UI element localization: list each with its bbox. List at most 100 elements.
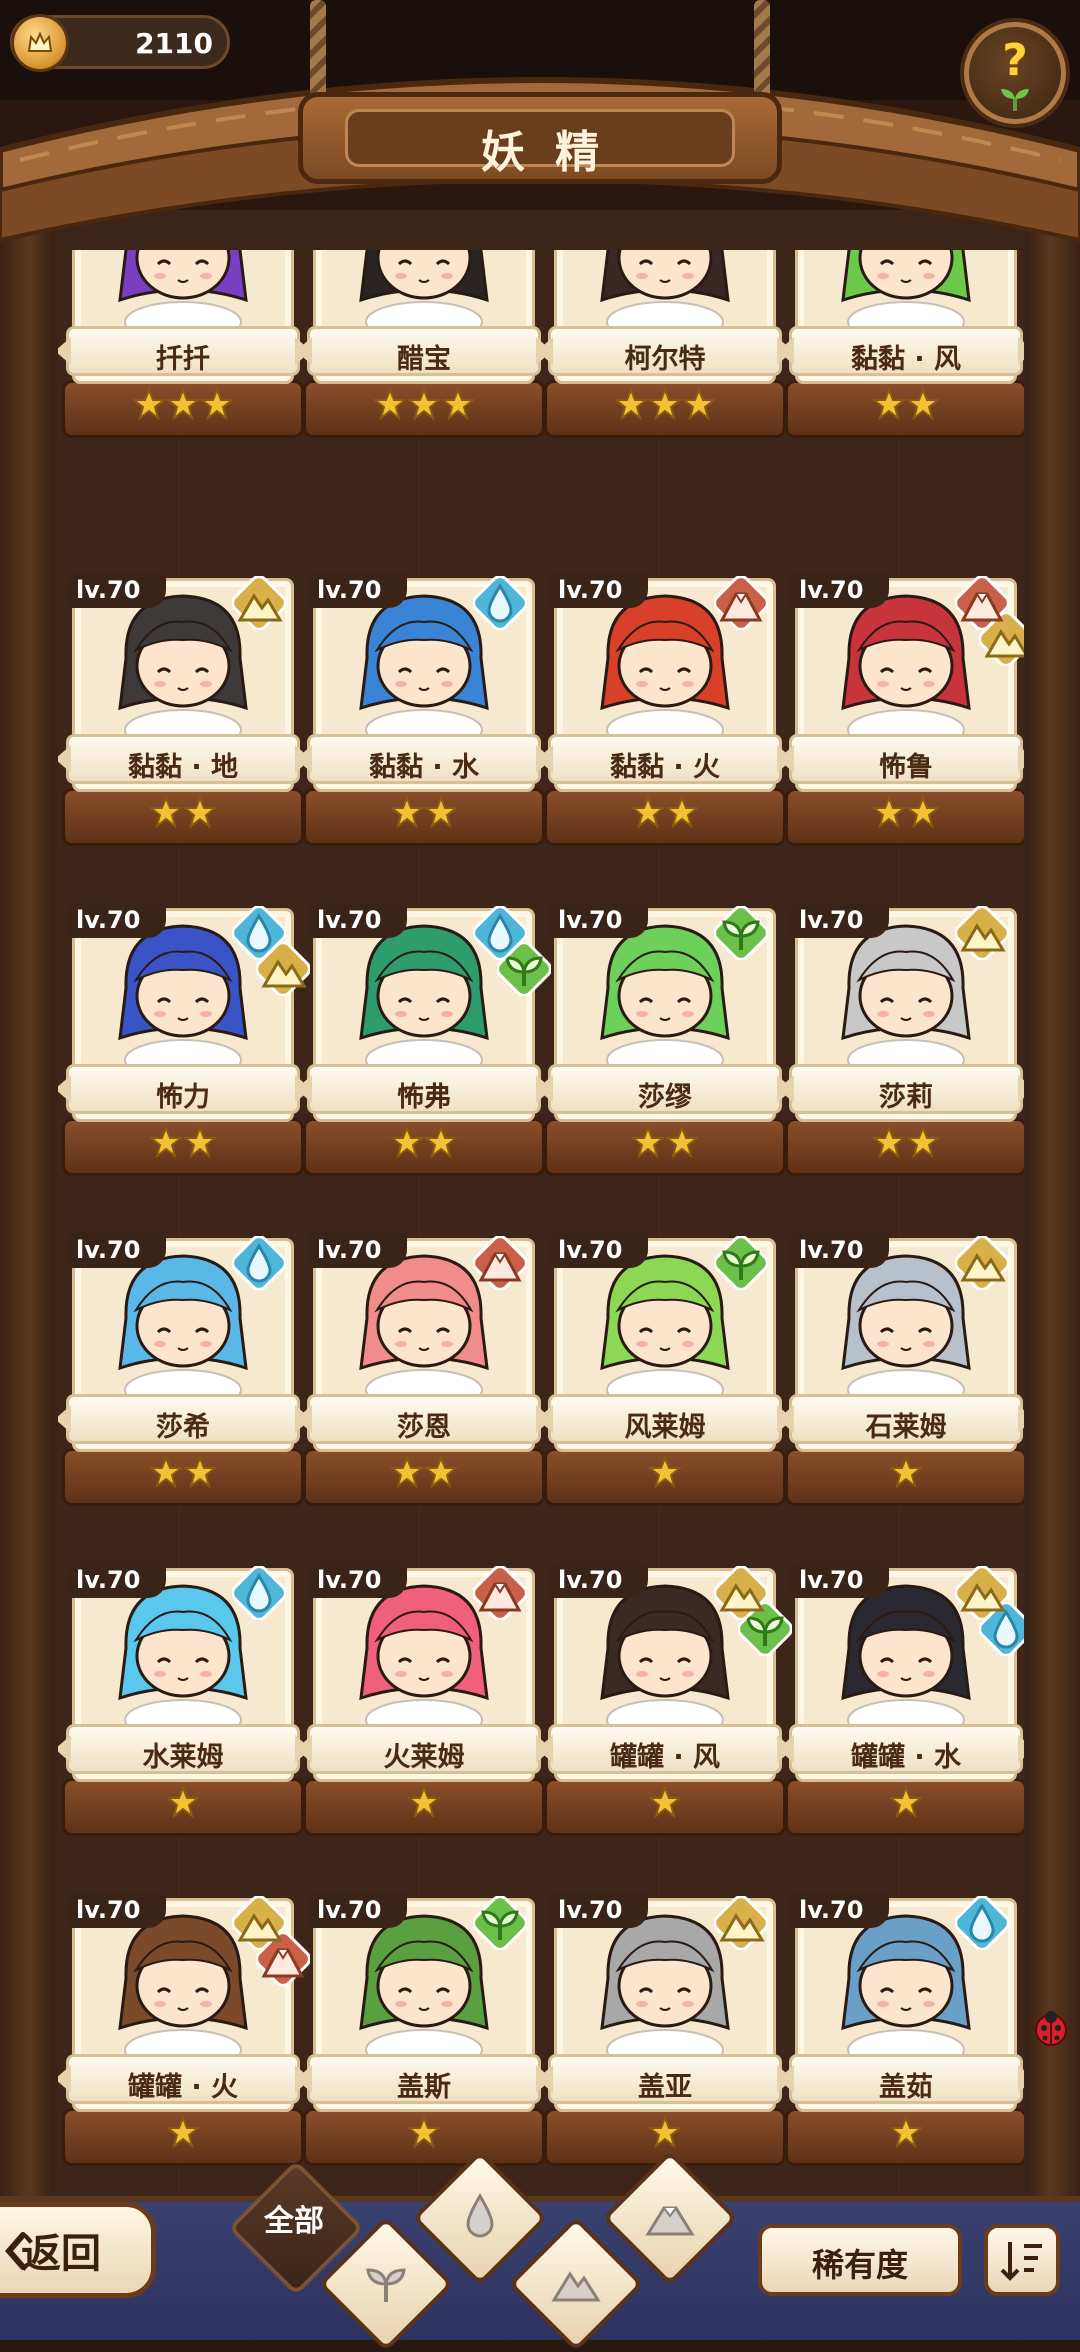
fairy-name: 莎莉 — [879, 1082, 933, 1113]
star-icon — [907, 1126, 939, 1158]
fairy-card[interactable]: 莎希 lv.70 — [62, 1232, 304, 1506]
name-ribbon: 怖弗 — [307, 1064, 541, 1114]
fairy-card[interactable]: 盖亚 lv.70 — [544, 1892, 786, 2166]
fairy-card[interactable]: 火莱姆 lv.70 — [303, 1562, 545, 1836]
fairy-name: 黏黏 · 水 — [368, 752, 480, 783]
fairy-name: 怖鲁 — [879, 752, 933, 783]
fairy-name: 盖亚 — [638, 2072, 692, 2103]
name-ribbon: 风莱姆 — [548, 1394, 782, 1444]
fairy-card[interactable]: 怖弗 lv.70 — [303, 902, 552, 1176]
name-ribbon: 柯尔特 — [548, 326, 782, 376]
fairy-card[interactable]: 怖鲁 lv.70 — [785, 572, 1024, 846]
water-element-icon — [954, 1895, 1010, 1951]
fairy-card[interactable]: 醋宝 — [303, 250, 545, 438]
star-rating — [789, 2116, 1023, 2150]
star-icon — [408, 1786, 440, 1818]
rock-element-icon — [231, 1895, 287, 1951]
star-rating — [66, 1786, 300, 1820]
star-icon — [391, 1126, 423, 1158]
name-ribbon: 黏黏 · 火 — [548, 734, 782, 784]
fire-element-icon — [713, 575, 769, 631]
star-icon — [408, 388, 440, 420]
star-icon — [649, 388, 681, 420]
wood-element-icon — [472, 1895, 528, 1951]
fairy-card[interactable]: 莎恩 lv.70 — [303, 1232, 545, 1506]
card-list[interactable]: 扦扦 醋宝 柯尔特 黏黏 · 风黏黏 · 地 lv.70 黏黏 · 水 lv.70 黏黏 · … — [58, 250, 1024, 2210]
star-rating — [548, 1126, 782, 1160]
star-icon — [890, 1786, 922, 1818]
fairy-card[interactable]: 黏黏 · 风 — [785, 250, 1024, 438]
level-badge: lv.70 — [307, 1232, 407, 1268]
star-rating — [66, 1456, 300, 1490]
fairy-card[interactable]: 柯尔特 — [544, 250, 786, 438]
level-badge: lv.70 — [307, 902, 407, 938]
fairy-card[interactable]: 盖斯 lv.70 — [303, 1892, 545, 2166]
star-icon — [184, 796, 216, 828]
fairy-portrait — [600, 250, 730, 330]
star-rating — [548, 1456, 782, 1490]
level-badge: lv.70 — [548, 1892, 648, 1928]
level-badge: lv.70 — [548, 1232, 648, 1268]
star-rating — [307, 2116, 541, 2150]
fairy-card[interactable]: 黏黏 · 火 lv.70 — [544, 572, 786, 846]
fairy-card[interactable]: 水莱姆 lv.70 — [62, 1562, 304, 1836]
fairy-name: 醋宝 — [397, 344, 451, 375]
fairy-name: 罐罐 · 水 — [850, 1742, 962, 1773]
sort-order-button[interactable] — [984, 2224, 1060, 2296]
question-icon: ? — [1002, 35, 1028, 86]
star-icon — [150, 1456, 182, 1488]
fairy-card[interactable]: 盖茹 lv.70 — [785, 1892, 1024, 2166]
star-icon — [408, 2116, 440, 2148]
level-badge: lv.70 — [307, 1892, 407, 1928]
name-ribbon: 莎缪 — [548, 1064, 782, 1114]
name-ribbon: 莎恩 — [307, 1394, 541, 1444]
fairy-card[interactable]: 石莱姆 lv.70 — [785, 1232, 1024, 1506]
name-ribbon: 黏黏 · 水 — [307, 734, 541, 784]
help-button[interactable]: ? — [964, 22, 1066, 124]
star-icon — [184, 1456, 216, 1488]
ladybug-icon — [1035, 2011, 1067, 2046]
rock-element-icon — [231, 575, 287, 631]
star-rating — [548, 796, 782, 830]
sort-label: 稀有度 — [811, 2246, 908, 2284]
water-drop-icon — [466, 2193, 494, 2238]
rock-element-icon — [713, 1565, 769, 1621]
fairy-name: 盖斯 — [397, 2072, 451, 2103]
wood-element-icon — [713, 1235, 769, 1291]
star-icon — [907, 388, 939, 420]
fairy-name: 黏黏 · 风 — [850, 344, 962, 375]
name-ribbon: 怖鲁 — [789, 734, 1023, 784]
back-button[interactable]: 返回 — [0, 2202, 156, 2298]
fairy-card[interactable]: 罐罐 · 风 lv.70 — [544, 1562, 793, 1836]
mountain-icon — [551, 2271, 601, 2302]
fairy-card[interactable]: 扦扦 — [62, 250, 304, 438]
fairy-card[interactable]: 莎莉 lv.70 — [785, 902, 1024, 1176]
fairy-card[interactable]: 罐罐 · 水 lv.70 — [785, 1562, 1024, 1836]
fairy-card[interactable]: 风莱姆 lv.70 — [544, 1232, 786, 1506]
wood-element-icon — [713, 905, 769, 961]
star-rating — [789, 1786, 1023, 1820]
water-element-icon — [231, 1235, 287, 1291]
fairy-card[interactable]: 黏黏 · 水 lv.70 — [303, 572, 545, 846]
star-icon — [391, 796, 423, 828]
star-icon — [184, 1126, 216, 1158]
fairy-card[interactable]: 怖力 lv.70 — [62, 902, 311, 1176]
rock-element-icon — [713, 1895, 769, 1951]
star-rating — [307, 388, 541, 422]
volcano-icon — [645, 2206, 695, 2236]
fairy-card[interactable]: 黏黏 · 地 lv.70 — [62, 572, 304, 846]
star-icon — [167, 2116, 199, 2148]
star-icon — [632, 796, 664, 828]
fairy-card[interactable]: 罐罐 · 火 lv.70 — [62, 1892, 311, 2166]
sort-rarity-button[interactable]: 稀有度 — [758, 2224, 962, 2296]
name-ribbon: 罐罐 · 水 — [789, 1724, 1023, 1774]
star-icon — [683, 388, 715, 420]
fairy-card[interactable]: 莎缪 lv.70 — [544, 902, 786, 1176]
fairy-name: 莎希 — [156, 1412, 210, 1443]
filter-all-label: 全部 — [264, 2204, 324, 2239]
fairy-name: 水莱姆 — [142, 1742, 224, 1773]
star-icon — [907, 796, 939, 828]
fairy-grid: 扦扦 醋宝 柯尔特 黏黏 · 风黏黏 · 地 lv.70 黏黏 · 水 lv.70 黏黏 · … — [0, 0, 1080, 2210]
star-rating — [548, 2116, 782, 2150]
name-ribbon: 怖力 — [66, 1064, 300, 1114]
